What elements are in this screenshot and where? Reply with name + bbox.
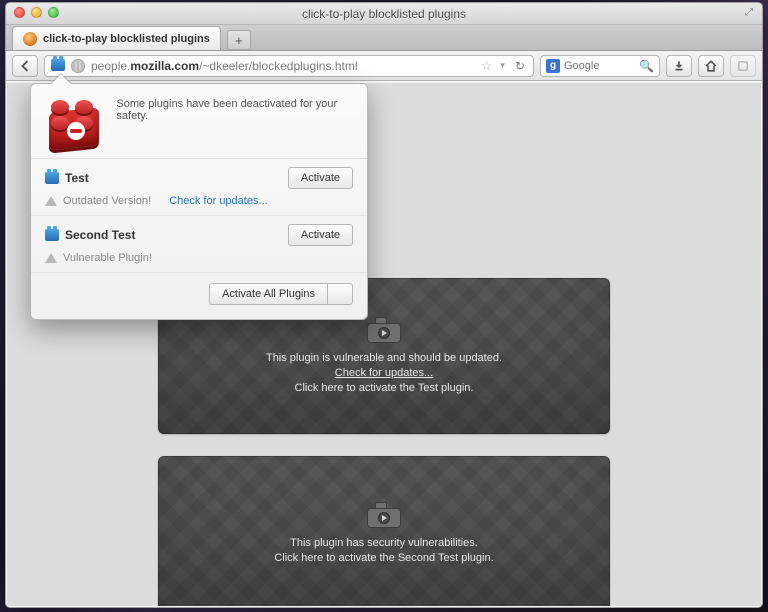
- plugin-name: Test: [65, 171, 89, 185]
- plugin-row: Test Activate Outdated Version! Check fo…: [31, 159, 367, 216]
- toolbar-extra-button[interactable]: [730, 55, 756, 77]
- plugin-name: Second Test: [65, 228, 135, 242]
- close-window-button[interactable]: [14, 7, 25, 18]
- search-bar[interactable]: g 🔍: [540, 55, 660, 77]
- tab-strip: click-to-play blocklisted plugins +: [6, 25, 762, 51]
- placeholder-line: Click here to activate the Test plugin.: [295, 381, 474, 396]
- fullscreen-icon[interactable]: ⤢: [742, 6, 756, 20]
- check-updates-link[interactable]: Check for updates...: [169, 195, 267, 207]
- new-tab-button[interactable]: +: [227, 30, 251, 50]
- activate-all-button[interactable]: Activate All Plugins: [209, 283, 328, 305]
- firefox-favicon-icon: [23, 32, 37, 46]
- search-input[interactable]: [564, 60, 624, 72]
- plugin-list: Test Activate Outdated Version! Check fo…: [31, 158, 367, 272]
- plugin-warning: Outdated Version!: [63, 195, 151, 207]
- activate-all-split-button: Activate All Plugins: [209, 283, 353, 305]
- warning-icon: [45, 253, 57, 263]
- activate-button[interactable]: Activate: [288, 224, 353, 246]
- placeholder-line: Click here to activate the Second Test p…: [274, 551, 493, 566]
- minimize-window-button[interactable]: [31, 7, 42, 18]
- reload-icon[interactable]: ↻: [513, 59, 527, 73]
- placeholder-line: This plugin is vulnerable and should be …: [266, 351, 502, 366]
- back-button[interactable]: [12, 55, 38, 77]
- url-text: people.mozilla.com/~dkeeler/blockedplugi…: [91, 59, 358, 73]
- tab-active[interactable]: click-to-play blocklisted plugins: [12, 26, 221, 50]
- plugin-icon: [367, 317, 401, 343]
- home-button[interactable]: [698, 55, 724, 77]
- panel-message: Some plugins have been deactivated for y…: [116, 96, 353, 148]
- plugin-row: Second Test Activate Vulnerable Plugin!: [31, 216, 367, 272]
- google-engine-icon[interactable]: g: [546, 59, 560, 73]
- bookmark-star-icon[interactable]: ☆: [481, 58, 493, 74]
- site-identity-icon[interactable]: [71, 59, 85, 73]
- search-icon[interactable]: 🔍: [639, 59, 654, 73]
- activate-all-dropdown[interactable]: [328, 283, 353, 305]
- plugin-lego-icon: [45, 172, 59, 184]
- zoom-window-button[interactable]: [48, 7, 59, 18]
- placeholder-update-link[interactable]: Check for updates...: [335, 366, 433, 381]
- plugin-notification-icon[interactable]: [51, 59, 65, 73]
- browser-window: click-to-play blocklisted plugins ⤢ clic…: [5, 2, 763, 608]
- nav-toolbar: people.mozilla.com/~dkeeler/blockedplugi…: [6, 51, 762, 81]
- url-bar[interactable]: people.mozilla.com/~dkeeler/blockedplugi…: [44, 55, 534, 77]
- plugin-lego-icon: [45, 229, 59, 241]
- window-controls: [14, 7, 59, 18]
- plugin-icon: [367, 502, 401, 528]
- titlebar: click-to-play blocklisted plugins ⤢: [6, 3, 762, 25]
- window-title: click-to-play blocklisted plugins: [302, 7, 466, 21]
- blocked-plugin-icon: [45, 96, 102, 148]
- history-dropdown-icon[interactable]: ▾: [498, 60, 507, 71]
- placeholder-line: This plugin has security vulnerabilities…: [290, 536, 478, 551]
- tab-label: click-to-play blocklisted plugins: [43, 33, 210, 45]
- plugin-warning: Vulnerable Plugin!: [63, 252, 152, 264]
- warning-icon: [45, 196, 57, 206]
- activate-button[interactable]: Activate: [288, 167, 353, 189]
- plugin-doorhanger: Some plugins have been deactivated for y…: [30, 83, 368, 320]
- downloads-button[interactable]: [666, 55, 692, 77]
- plugin-placeholder[interactable]: This plugin has security vulnerabilities…: [158, 456, 610, 606]
